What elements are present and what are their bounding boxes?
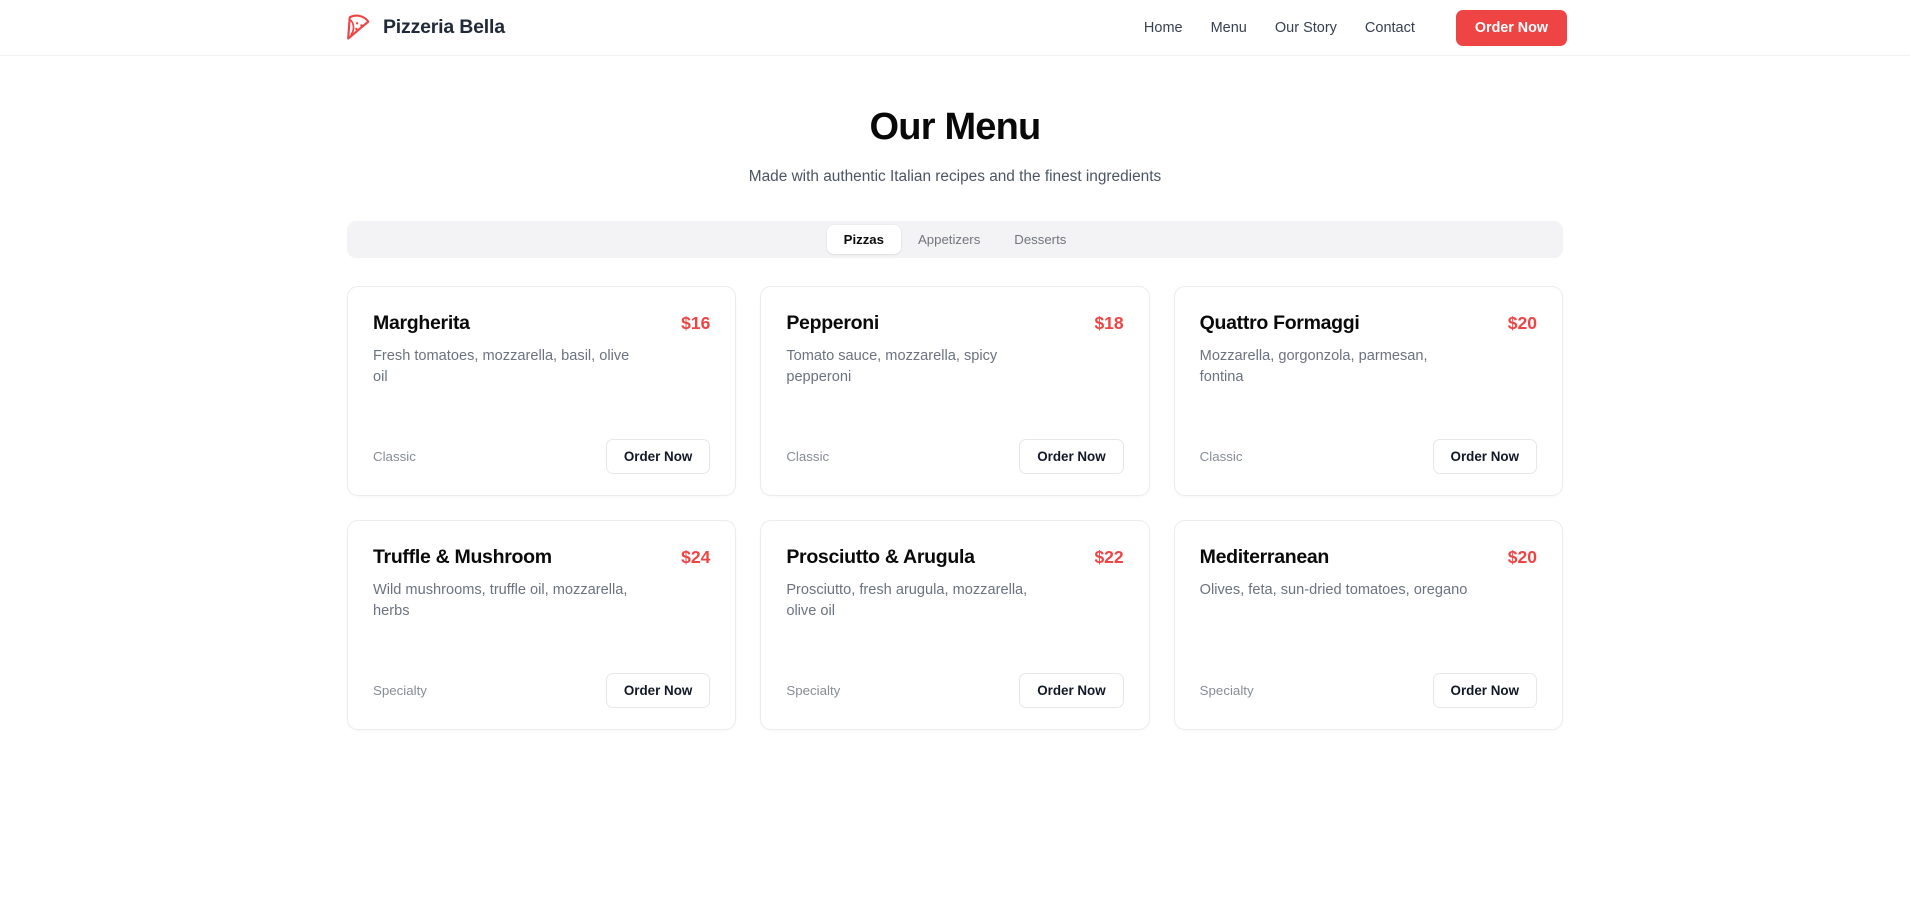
menu-item-name: Prosciutto & Arugula: [786, 545, 975, 568]
menu-item-description: Tomato sauce, mozzarella, spicy pepperon…: [786, 348, 998, 385]
order-now-button[interactable]: Order Now: [605, 672, 711, 708]
menu-item-card: Prosciutto & Arugula $22 Prosciutto, fre…: [760, 519, 1150, 730]
menu-item-price: $18: [1094, 312, 1124, 333]
menu-item-category: Specialty: [786, 682, 841, 698]
menu-item-price: $20: [1507, 546, 1537, 567]
card-footer: Specialty Order Now: [786, 672, 1124, 708]
menu-item-card: Margherita $16 Fresh tomatoes, mozzarell…: [347, 285, 737, 496]
card-header: Truffle & Mushroom $24: [373, 546, 710, 569]
nav-link-home[interactable]: Home: [1130, 14, 1197, 42]
menu-item-description: Prosciutto, fresh arugula, mozzarella, o…: [786, 582, 1028, 619]
page-title: Our Menu: [869, 106, 1042, 148]
card-header: Pepperoni $18: [786, 312, 1123, 335]
tab-pizzas[interactable]: Pizzas: [826, 224, 901, 254]
pizza-slice-icon: [343, 13, 373, 43]
nav-link-our-story[interactable]: Our Story: [1261, 14, 1351, 42]
order-now-button[interactable]: Order Now: [1019, 438, 1124, 474]
card-footer: Classic Order Now: [786, 438, 1124, 474]
brand-name: Pizzeria Bella: [383, 16, 505, 38]
card-footer: Specialty Order Now: [373, 672, 711, 708]
menu-item-price: $16: [681, 312, 711, 333]
menu-item-name: Mediterranean: [1199, 545, 1330, 568]
menu-item-name: Quattro Formaggi: [1199, 311, 1360, 334]
menu-item-name: Truffle & Mushroom: [373, 545, 552, 568]
menu-item-category: Classic: [786, 448, 830, 464]
card-header: Mediterranean $20: [1200, 546, 1537, 569]
tab-desserts[interactable]: Desserts: [997, 225, 1083, 254]
menu-item-card: Truffle & Mushroom $24 Wild mushrooms, t…: [347, 519, 737, 730]
menu-item-price: $24: [681, 546, 711, 567]
menu-item-category: Classic: [1199, 448, 1243, 464]
menu-item-description: Mozzarella, gorgonzola, parmesan, fontin…: [1199, 348, 1428, 385]
menu-item-price: $20: [1507, 312, 1537, 333]
nav-link-contact[interactable]: Contact: [1351, 14, 1429, 42]
menu-item-name: Margherita: [373, 311, 470, 334]
menu-item-category: Classic: [373, 448, 416, 464]
menu-item-description: Olives, feta, sun-dried tomatoes, oregan…: [1199, 582, 1468, 599]
menu-category-tab-bar: Pizzas Appetizers Desserts: [347, 220, 1563, 258]
order-now-button[interactable]: Order Now: [1432, 438, 1537, 474]
page-subtitle: Made with authentic Italian recipes and …: [748, 167, 1162, 185]
tab-list: Pizzas Appetizers Desserts: [826, 224, 1084, 254]
menu-item-name: Pepperoni: [786, 311, 879, 334]
menu-item-category: Specialty: [1199, 682, 1254, 698]
menu-item-description: Wild mushrooms, truffle oil, mozzarella,…: [373, 582, 628, 619]
site-header: Pizzeria Bella Home Menu Our Story Conta…: [0, 0, 1910, 56]
menu-item-price: $22: [1094, 546, 1124, 567]
card-header: Quattro Formaggi $20: [1200, 312, 1537, 335]
card-footer: Classic Order Now: [373, 438, 711, 474]
menu-item-card: Pepperoni $18 Tomato sauce, mozzarella, …: [760, 285, 1150, 496]
order-now-button[interactable]: Order Now: [605, 438, 711, 474]
tab-appetizers[interactable]: Appetizers: [901, 225, 997, 254]
menu-item-grid: Margherita $16 Fresh tomatoes, mozzarell…: [347, 285, 1563, 730]
order-now-button[interactable]: Order Now: [1019, 672, 1124, 708]
card-footer: Specialty Order Now: [1199, 672, 1537, 708]
card-header: Prosciutto & Arugula $22: [786, 546, 1123, 569]
main-navigation: Home Menu Our Story Contact Order Now: [1130, 9, 1567, 46]
card-footer: Classic Order Now: [1199, 438, 1537, 474]
menu-item-category: Specialty: [373, 682, 427, 698]
nav-link-menu[interactable]: Menu: [1197, 14, 1261, 42]
menu-item-description: Fresh tomatoes, mozzarella, basil, olive…: [373, 348, 630, 385]
order-now-button[interactable]: Order Now: [1432, 672, 1537, 708]
menu-item-card: Mediterranean $20 Olives, feta, sun-drie…: [1173, 519, 1563, 730]
brand-logo[interactable]: Pizzeria Bella: [343, 13, 505, 43]
header-order-now-button[interactable]: Order Now: [1455, 9, 1567, 46]
page-header-section: Our Menu Made with authentic Italian rec…: [0, 56, 1910, 186]
card-header: Margherita $16: [373, 312, 710, 335]
menu-item-card: Quattro Formaggi $20 Mozzarella, gorgonz…: [1173, 285, 1563, 496]
